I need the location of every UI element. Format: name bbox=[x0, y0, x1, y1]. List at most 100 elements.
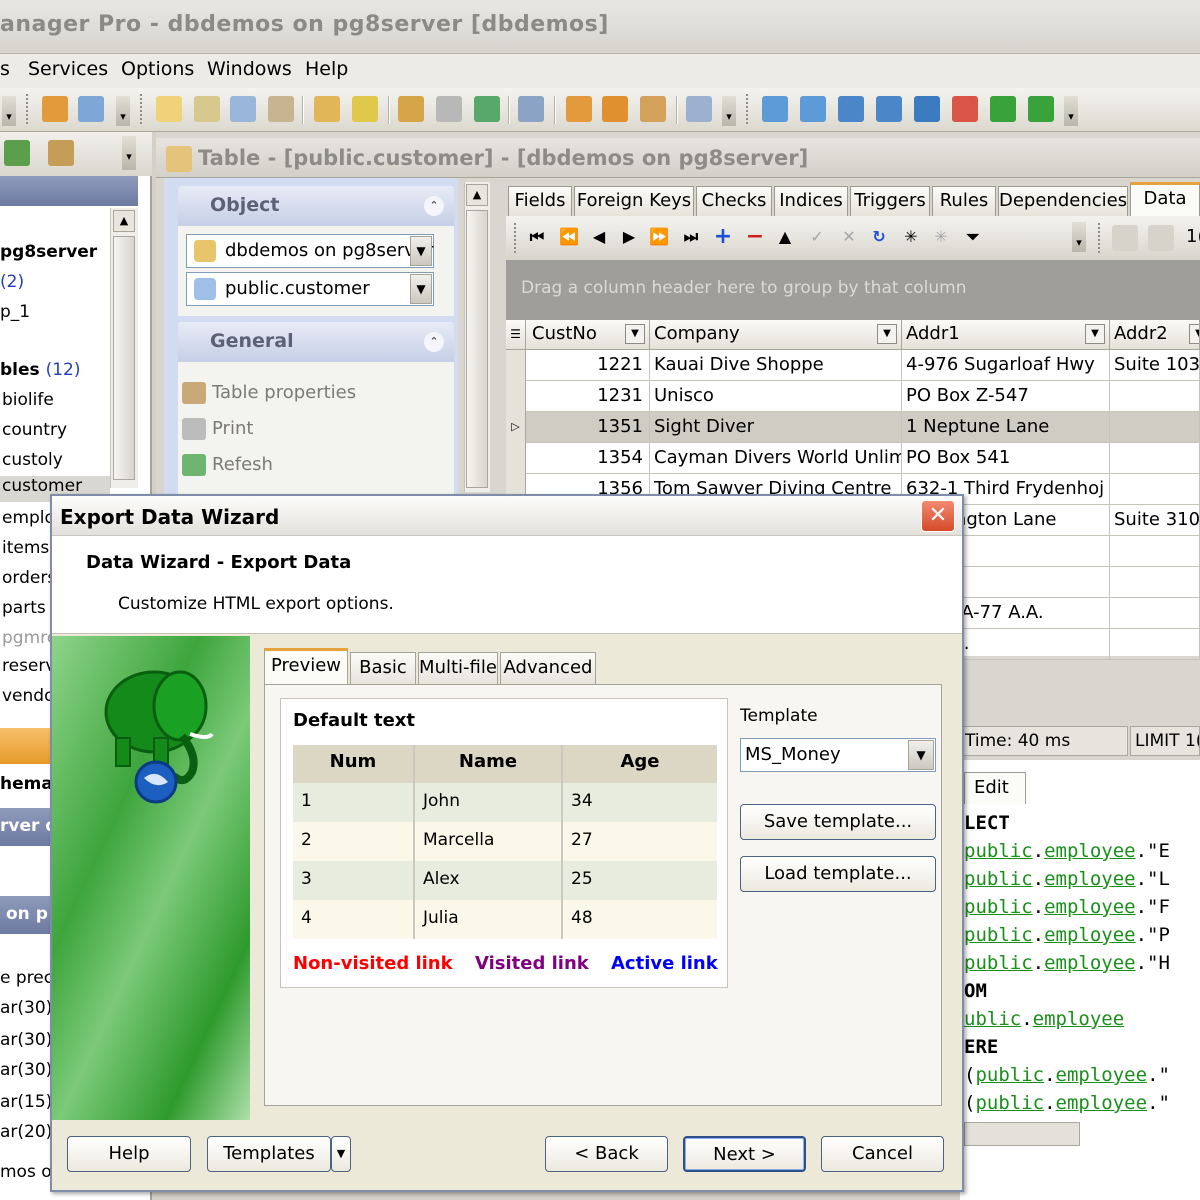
chevron-down-icon[interactable]: ▼ bbox=[625, 324, 645, 344]
tab-fields[interactable]: Fields bbox=[508, 186, 572, 216]
table-cell[interactable]: 1231 bbox=[526, 381, 650, 412]
users-icon[interactable] bbox=[602, 96, 628, 122]
tree-item-table[interactable]: orders bbox=[2, 568, 56, 588]
tab-edit[interactable]: Edit bbox=[964, 772, 1026, 804]
table-cell[interactable]: Suite 103 bbox=[1110, 350, 1200, 381]
toolbar-chevron-icon[interactable]: ▾ bbox=[1064, 96, 1078, 126]
table-cell[interactable]: PO Box 541 bbox=[902, 443, 1110, 474]
hand-icon[interactable] bbox=[42, 96, 68, 122]
tree-item-table[interactable]: custoly bbox=[2, 450, 63, 470]
refresh-link[interactable]: Refesh bbox=[182, 454, 273, 476]
sql-line[interactable]: OM bbox=[964, 980, 987, 1002]
tree-item-table[interactable]: country bbox=[2, 420, 67, 440]
tree-item-table[interactable]: reserv bbox=[2, 656, 55, 676]
tab-advanced[interactable]: Advanced bbox=[500, 652, 596, 684]
new-window-icon[interactable] bbox=[762, 96, 788, 122]
table-cell[interactable]: PO Box Z-547 bbox=[902, 381, 1110, 412]
sql-line[interactable]: (public.employee." bbox=[964, 1092, 1170, 1114]
tab-dependencies[interactable]: Dependencies bbox=[998, 186, 1128, 216]
tree-item-table[interactable]: parts bbox=[2, 598, 46, 618]
maximize-icon[interactable] bbox=[914, 96, 940, 122]
table-cell[interactable]: 1221 bbox=[526, 350, 650, 381]
table-cell[interactable] bbox=[1110, 536, 1200, 567]
chevron-down-icon[interactable]: ▼ bbox=[877, 324, 897, 344]
menu-item-services[interactable]: Services bbox=[28, 58, 108, 80]
tree-item-table[interactable]: biolife bbox=[2, 390, 54, 410]
toolbar-grip[interactable] bbox=[1098, 223, 1102, 253]
new-table-icon[interactable] bbox=[194, 96, 220, 122]
user-key-icon[interactable] bbox=[640, 96, 666, 122]
sql-line[interactable]: (public.employee." bbox=[964, 1064, 1170, 1086]
next-page-icon[interactable]: ⏩ bbox=[648, 226, 670, 248]
table-cell[interactable]: Kauai Dive Shoppe bbox=[650, 350, 902, 381]
filter-icon[interactable] bbox=[4, 140, 30, 166]
back-button[interactable]: < Back bbox=[545, 1136, 668, 1172]
tab-indices[interactable]: Indices bbox=[774, 186, 848, 216]
table-add-icon[interactable] bbox=[268, 96, 294, 122]
tab-foreign-keys[interactable]: Foreign Keys bbox=[574, 186, 694, 216]
chevron-down-icon[interactable]: ▼ bbox=[908, 740, 934, 770]
toolbar-chevron-icon[interactable]: ▾ bbox=[116, 96, 130, 126]
filter-icon[interactable]: ⏷ bbox=[962, 226, 984, 248]
post-edit-icon[interactable]: ✓ bbox=[806, 226, 828, 248]
properties-icon[interactable] bbox=[48, 140, 74, 166]
tile-vertical-icon[interactable] bbox=[876, 96, 902, 122]
cancel-edit-icon[interactable]: ✕ bbox=[838, 226, 860, 248]
prior-page-icon[interactable]: ⏪ bbox=[558, 226, 580, 248]
toolbar-grip[interactable] bbox=[514, 223, 518, 253]
sql-line[interactable]: public.employee."E bbox=[964, 840, 1170, 862]
table-cell[interactable]: Suite 310 bbox=[1110, 505, 1200, 536]
chart-icon[interactable] bbox=[230, 96, 256, 122]
toolbar-chevron-icon[interactable]: ▾ bbox=[2, 96, 16, 126]
tree-item-tables[interactable]: bles (12) bbox=[0, 360, 80, 380]
refresh-icon[interactable] bbox=[474, 96, 500, 122]
toolbar-chevron-icon[interactable]: ▾ bbox=[122, 136, 136, 170]
sql-line[interactable]: public.employee."H bbox=[964, 952, 1170, 974]
table-properties-link[interactable]: Table properties bbox=[182, 382, 356, 404]
table-cell[interactable] bbox=[1110, 443, 1200, 474]
close-icon[interactable]: ✕ bbox=[921, 500, 955, 532]
row-indicator[interactable] bbox=[506, 381, 526, 412]
table-cell[interactable] bbox=[1110, 412, 1200, 443]
prior-record-icon[interactable]: ◀ bbox=[588, 226, 610, 248]
table-cell[interactable]: 1354 bbox=[526, 443, 650, 474]
export-icon[interactable] bbox=[398, 96, 424, 122]
table-cell[interactable] bbox=[1110, 598, 1200, 629]
group-by-area[interactable]: Drag a column header here to group by th… bbox=[506, 260, 1200, 320]
tab-preview[interactable]: Preview bbox=[264, 648, 348, 684]
last-record-icon[interactable]: ⏭ bbox=[680, 226, 702, 248]
close-window-icon[interactable] bbox=[952, 96, 978, 122]
properties-icon[interactable] bbox=[78, 96, 104, 122]
printer-icon[interactable] bbox=[436, 96, 462, 122]
table-cell[interactable] bbox=[1110, 381, 1200, 412]
object-panel-scrollbar[interactable]: ▲ bbox=[464, 182, 490, 492]
tab-triggers[interactable]: Triggers bbox=[850, 186, 930, 216]
sql-line[interactable]: ublic.employee bbox=[964, 1008, 1124, 1030]
delete-record-icon[interactable]: − bbox=[744, 226, 766, 248]
templates-dropdown-icon[interactable]: ▼ bbox=[331, 1136, 351, 1172]
sql-line[interactable]: ERE bbox=[964, 1036, 998, 1058]
table-combo[interactable]: public.customer ▼ bbox=[186, 272, 434, 306]
table-cell[interactable] bbox=[1110, 474, 1200, 505]
tile-horizontal-icon[interactable] bbox=[838, 96, 864, 122]
current-row-indicator-icon[interactable]: ▷ bbox=[506, 412, 526, 443]
general-panel-header[interactable]: General ⌃ bbox=[178, 322, 454, 362]
query-icon[interactable] bbox=[352, 96, 378, 122]
column-header-addr2[interactable]: Addr2 ▼ bbox=[1110, 320, 1200, 350]
first-record-icon[interactable]: ⏮ bbox=[526, 226, 548, 248]
table-cell[interactable]: Unisco bbox=[650, 381, 902, 412]
grid-corner-icon[interactable]: ☰ bbox=[506, 320, 526, 350]
table-cell[interactable]: 1351 bbox=[526, 412, 650, 443]
scroll-thumb[interactable] bbox=[466, 210, 488, 488]
load-template-button[interactable]: Load template... bbox=[740, 856, 936, 892]
row-indicator[interactable] bbox=[506, 350, 526, 381]
collapse-icon[interactable]: ⌃ bbox=[424, 196, 444, 216]
column-header-custno[interactable]: CustNo ▼ bbox=[526, 320, 650, 350]
cancel-button[interactable]: Cancel bbox=[821, 1136, 944, 1172]
tree-item-table[interactable]: emplo bbox=[2, 508, 55, 528]
chevron-down-icon[interactable]: ▼ bbox=[410, 236, 432, 266]
sql-line[interactable]: public.employee."L bbox=[964, 868, 1170, 890]
scroll-up-icon[interactable]: ▲ bbox=[113, 210, 135, 232]
save-template-button[interactable]: Save template... bbox=[740, 804, 936, 840]
toolbar-grip[interactable] bbox=[140, 94, 144, 124]
